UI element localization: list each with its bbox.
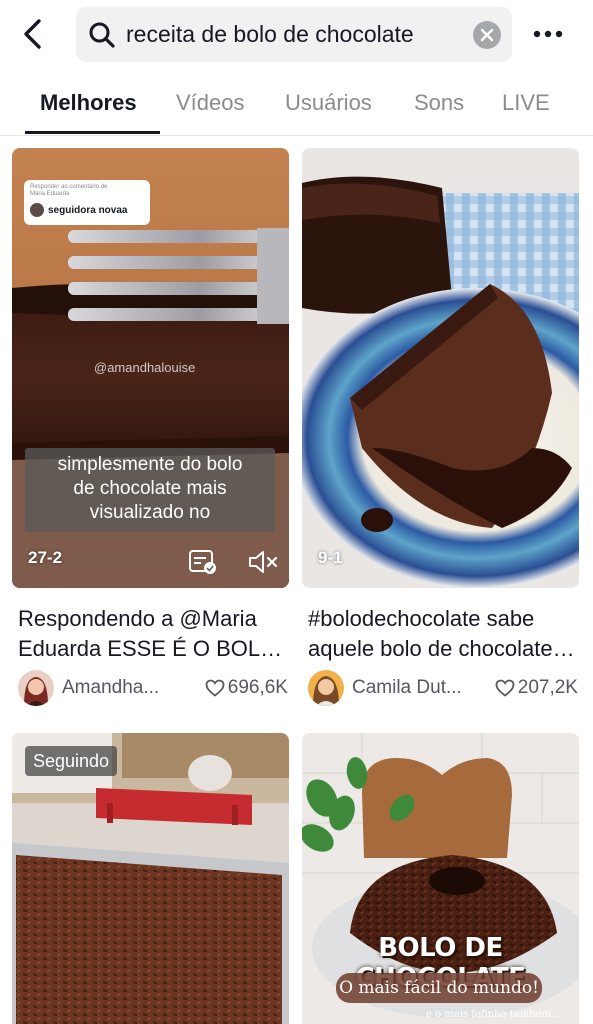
video-meta: Camila Dut... 207,2K bbox=[308, 670, 578, 706]
tab-melhores[interactable]: Melhores bbox=[40, 74, 137, 134]
tab-sons[interactable]: Sons bbox=[414, 74, 464, 134]
avatar[interactable] bbox=[308, 670, 344, 706]
mute-icon[interactable] bbox=[247, 548, 279, 576]
ai-label-icon bbox=[189, 550, 216, 574]
active-tab-indicator bbox=[25, 131, 160, 134]
chevron-left-icon bbox=[24, 19, 41, 49]
clear-search-button[interactable] bbox=[473, 21, 501, 49]
subtitle-line: de chocolate mais bbox=[73, 478, 227, 499]
subtitle-line: visualizado no bbox=[89, 502, 211, 523]
search-input[interactable]: receita de bolo de chocolate bbox=[76, 7, 512, 62]
reply-comment-bubble: Responder ao comentário de Maria Eduarda… bbox=[24, 180, 150, 225]
subtitle-line: simplesmente do bolo bbox=[57, 454, 243, 475]
result-tabs: Melhores Vídeos Usuários Sons LIVE bbox=[0, 74, 593, 136]
overlay-subtitle-small: e o mais fofinho também... bbox=[426, 1009, 561, 1020]
top-bar: receita de bolo de chocolate bbox=[0, 0, 593, 70]
video-thumbnail[interactable]: BOLO DE CHOCOLATE O mais fácil do mundo!… bbox=[302, 733, 579, 1024]
search-icon bbox=[89, 22, 115, 48]
avatar bbox=[30, 203, 44, 217]
tab-videos[interactable]: Vídeos bbox=[176, 74, 245, 134]
following-badge: Seguindo bbox=[25, 746, 118, 776]
watermark: @amandhalouise bbox=[94, 360, 196, 375]
like-count: 696,6K bbox=[205, 670, 288, 706]
more-dots-icon bbox=[533, 30, 563, 38]
chocolate-cake-slice-image bbox=[302, 148, 579, 588]
back-button[interactable] bbox=[14, 16, 50, 52]
reply-prefix: Responder ao comentário de bbox=[30, 184, 108, 190]
post-date: 27-2 bbox=[28, 548, 63, 567]
video-caption[interactable]: Respondendo a @Maria Eduarda ESSE É O BO… bbox=[18, 604, 288, 664]
chocolate-sprinkles-tray-image bbox=[12, 733, 289, 1024]
heart-outline-icon bbox=[205, 679, 225, 697]
reply-name: Maria Eduarda bbox=[30, 191, 70, 197]
video-caption[interactable]: #bolodechocolate sabe aquele bolo de cho… bbox=[308, 604, 578, 664]
like-count-value: 207,2K bbox=[517, 677, 578, 698]
author-name[interactable]: Amandha... bbox=[62, 670, 182, 706]
reply-username: seguidora novaa bbox=[48, 204, 128, 216]
reply-user: seguidora novaa bbox=[30, 203, 127, 217]
video-thumbnail[interactable]: Responder ao comentário de Maria Eduarda… bbox=[12, 148, 289, 588]
author-name[interactable]: Camila Dut... bbox=[352, 670, 472, 706]
heart-outline-icon bbox=[495, 679, 515, 697]
avatar[interactable] bbox=[18, 670, 54, 706]
post-date: 9-1 bbox=[318, 548, 343, 567]
video-subtitle: simplesmente do bolo de chocolate mais v… bbox=[25, 448, 275, 532]
close-icon bbox=[480, 28, 494, 42]
tab-live[interactable]: LIVE bbox=[502, 74, 550, 134]
tab-usuarios[interactable]: Usuários bbox=[285, 74, 372, 134]
video-thumbnail[interactable]: 9-1 bbox=[302, 148, 579, 588]
search-query[interactable]: receita de bolo de chocolate bbox=[126, 7, 414, 62]
like-count-value: 696,6K bbox=[227, 677, 288, 698]
overlay-subtitle: O mais fácil do mundo! bbox=[336, 973, 542, 1003]
video-thumbnail[interactable]: Seguindo bbox=[12, 733, 289, 1024]
video-meta: Amandha... 696,6K bbox=[18, 670, 288, 706]
more-options-button[interactable] bbox=[528, 20, 568, 48]
like-count: 207,2K bbox=[495, 670, 578, 706]
